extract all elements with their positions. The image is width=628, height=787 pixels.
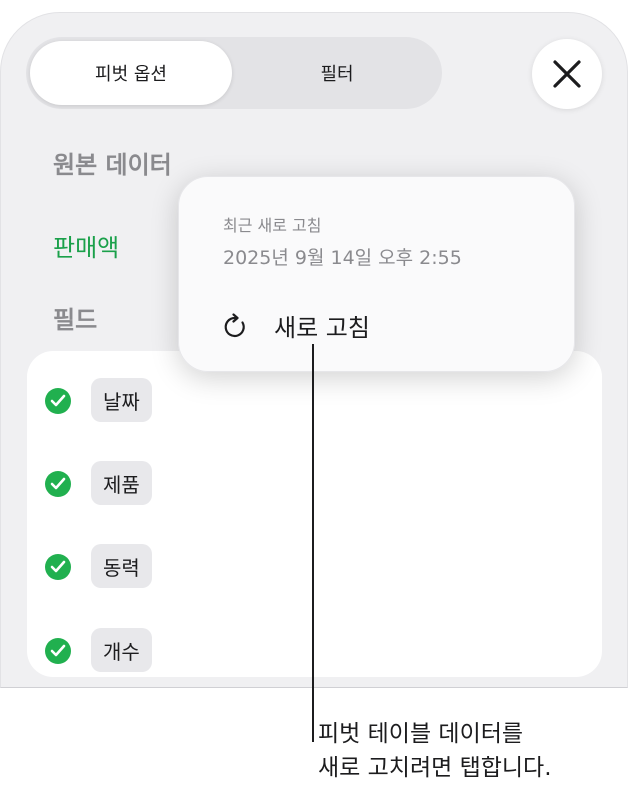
field-chip[interactable]: 날짜 [91,378,152,422]
field-chip[interactable]: 개수 [91,628,152,672]
close-button[interactable] [532,39,602,109]
source-data-heading: 원본 데이터 [53,151,172,179]
tab-filter[interactable]: 필터 [236,41,438,105]
refresh-popover: 최근 새로 고침 2025년 9월 14일 오후 2:55 새로 고침 [178,176,575,372]
last-refresh-time: 2025년 9월 14일 오후 2:55 [223,247,462,269]
source-data-value[interactable]: 판매액 [53,228,119,263]
refresh-icon[interactable] [221,313,249,341]
callout-line [312,344,314,742]
last-refresh-label: 최근 새로 고침 [223,216,322,235]
field-chip[interactable]: 제품 [91,461,152,505]
checkmark-icon[interactable] [45,388,71,414]
callout-text: 피벗 테이블 데이터를 새로 고치려면 탭합니다. [318,717,552,785]
checkmark-icon[interactable] [45,638,71,664]
close-icon [553,60,581,88]
fields-list: 날짜 제품 동력 개수 [27,351,602,677]
fields-heading: 필드 [53,306,98,334]
checkmark-icon[interactable] [45,471,71,497]
tab-pivot-options[interactable]: 피벗 옵션 [30,41,232,105]
refresh-button[interactable]: 새로 고침 [274,308,370,343]
checkmark-icon[interactable] [45,554,71,580]
segmented-control: 피벗 옵션 필터 [26,37,442,109]
callout-line-1: 피벗 테이블 데이터를 [318,721,524,747]
callout-line-2: 새로 고치려면 탭합니다. [318,755,552,781]
field-chip[interactable]: 동력 [91,544,152,588]
